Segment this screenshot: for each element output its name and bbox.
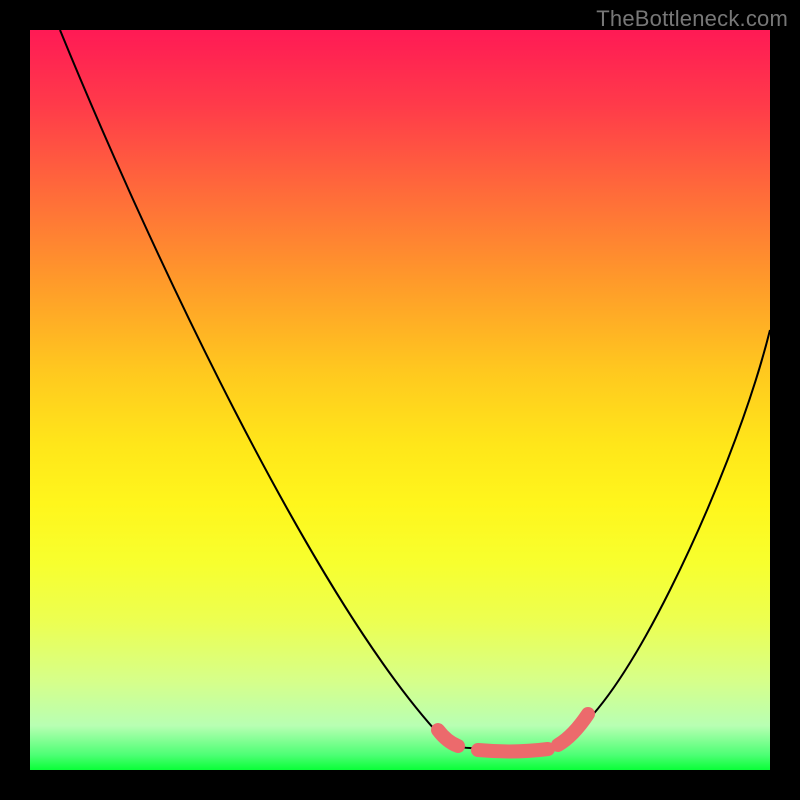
- curve-layer: [30, 30, 770, 770]
- highlight-valley-floor: [478, 749, 548, 751]
- highlight-right-rise: [558, 714, 588, 745]
- chart-frame: TheBottleneck.com: [0, 0, 800, 800]
- watermark-text: TheBottleneck.com: [596, 6, 788, 32]
- curve-right-branch: [555, 330, 770, 746]
- highlight-left-dip: [438, 730, 458, 746]
- curve-left-branch: [60, 30, 470, 748]
